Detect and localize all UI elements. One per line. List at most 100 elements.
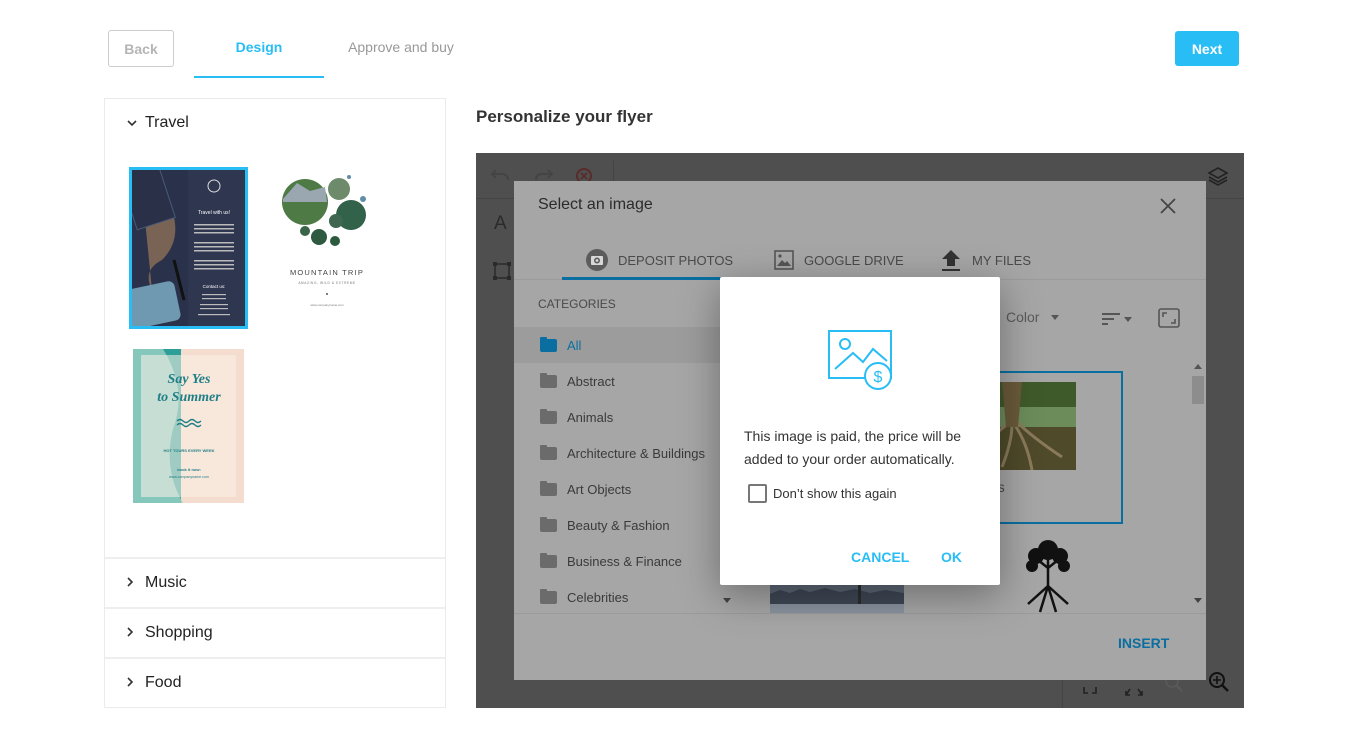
image-result-tree-of-life[interactable] — [1010, 538, 1086, 613]
template-cta: book it now: — [177, 467, 201, 472]
tab-label: DEPOSIT PHOTOS — [618, 252, 734, 268]
folder-icon — [540, 408, 557, 424]
color-filter-label: Color — [1006, 309, 1040, 325]
dont-show-again-checkbox[interactable]: Don’t show this again — [748, 484, 897, 503]
caret-down-icon — [1124, 316, 1132, 322]
paid-image-icon: $ — [827, 329, 893, 396]
tab-google-drive[interactable]: GOOGLE DRIVE — [774, 241, 904, 279]
section-shopping-header[interactable]: Shopping — [105, 609, 445, 657]
category-all[interactable]: All — [514, 327, 720, 363]
tab-design[interactable]: Design — [194, 30, 324, 78]
sort-dropdown[interactable] — [1102, 312, 1132, 326]
active-tab-indicator — [562, 277, 722, 280]
checkbox-box[interactable] — [748, 484, 767, 503]
section-travel-header[interactable]: Travel — [105, 99, 445, 147]
scroll-up-icon — [1194, 364, 1202, 369]
template-preview-mountain: MOUNTAIN TRIP AMAZING, WILD & EXTREME ww… — [282, 175, 366, 307]
section-music-header[interactable]: Music — [105, 559, 445, 607]
expand-icon[interactable] — [1124, 681, 1144, 702]
category-label: Animals — [567, 409, 614, 425]
back-button[interactable]: Back — [108, 30, 174, 67]
template-say-yes-to-summer[interactable]: Say Yes to Summer HOT TOURS EVERY WEEK b… — [133, 349, 244, 503]
fullscreen-icon[interactable] — [1158, 308, 1180, 333]
confirm-message: This image is paid, the price will be ad… — [744, 428, 962, 467]
category-beauty-fashion[interactable]: Beauty & Fashion — [514, 507, 720, 543]
template-preview-summer: Say Yes to Summer HOT TOURS EVERY WEEK b… — [133, 349, 244, 503]
category-abstract[interactable]: Abstract — [514, 363, 720, 399]
section-food-header[interactable]: Food — [105, 659, 445, 707]
image-scrollbar[interactable] — [1190, 356, 1206, 613]
folder-icon — [540, 444, 557, 460]
tab-approve-and-buy[interactable]: Approve and buy — [330, 30, 472, 78]
section-label: Travel — [145, 114, 189, 131]
color-filter-dropdown[interactable]: Color — [1006, 309, 1060, 325]
insert-button[interactable]: INSERT — [1118, 635, 1169, 651]
folder-icon — [540, 372, 557, 388]
ok-button[interactable]: OK — [941, 549, 962, 565]
close-icon[interactable] — [1159, 195, 1177, 221]
template-subheading: AMAZING, WILD & EXTREME — [298, 281, 355, 285]
tab-label: MY FILES — [972, 252, 1032, 268]
chevron-right-icon — [127, 576, 141, 590]
sort-icon — [1102, 313, 1120, 325]
shape-tool-icon[interactable] — [492, 261, 512, 286]
scrollbar-thumb[interactable] — [1192, 376, 1204, 404]
chevron-right-icon — [127, 626, 141, 640]
template-heading: Travel with us! — [198, 210, 230, 216]
template-heading: MOUNTAIN TRIP — [290, 268, 364, 277]
template-preview-travel: Travel with us! Contact us: — [132, 170, 234, 326]
category-art-objects[interactable]: Art Objects — [514, 471, 720, 507]
section-label: Music — [145, 574, 187, 591]
scroll-down-icon — [1194, 598, 1202, 603]
paid-image-confirm-dialog: $ This image is paid, the price will be … — [720, 277, 1000, 585]
folder-icon — [540, 336, 557, 352]
dialog-title: Select an image — [538, 196, 653, 213]
tab-my-files[interactable]: MY FILES — [940, 241, 1031, 279]
folder-icon — [540, 588, 557, 604]
template-heading-line1: Say Yes — [168, 372, 211, 387]
category-label: Abstract — [567, 373, 615, 389]
section-label: Shopping — [145, 624, 213, 641]
category-scroll-down[interactable] — [720, 587, 734, 613]
category-celebrities[interactable]: Celebrities — [514, 579, 720, 615]
next-button[interactable]: Next — [1175, 31, 1239, 66]
checkbox-label: Don’t show this again — [773, 486, 897, 501]
divider — [514, 613, 1206, 614]
template-tagline: HOT TOURS EVERY WEEK — [163, 448, 214, 453]
svg-text:$: $ — [874, 369, 883, 386]
template-url: www.companyname.com — [169, 475, 209, 479]
folder-icon — [540, 516, 557, 532]
page-title: Personalize your flyer — [476, 107, 653, 126]
category-label: Art Objects — [567, 481, 632, 497]
template-heading-line2: to Summer — [157, 390, 221, 405]
category-architecture[interactable]: Architecture & Buildings — [514, 435, 720, 471]
caret-down-icon — [1051, 314, 1060, 320]
undo-icon[interactable] — [490, 167, 510, 188]
section-label: Food — [145, 674, 182, 691]
layers-icon[interactable] — [1207, 166, 1229, 191]
chevron-right-icon — [127, 676, 141, 690]
camera-icon — [586, 249, 608, 271]
category-label: Celebrities — [567, 589, 629, 605]
category-label: All — [567, 337, 582, 353]
template-contact: Contact us: — [203, 284, 226, 289]
template-url: www.companyname.com — [310, 303, 344, 307]
tab-label: GOOGLE DRIVE — [804, 252, 904, 268]
folder-icon — [540, 552, 557, 568]
fit-screen-icon[interactable] — [1082, 681, 1098, 702]
categories-label: CATEGORIES — [538, 297, 616, 311]
tab-deposit-photos[interactable]: DEPOSIT PHOTOS — [586, 241, 733, 279]
category-label: Architecture & Buildings — [567, 445, 706, 461]
chevron-down-icon — [127, 116, 141, 130]
category-animals[interactable]: Animals — [514, 399, 720, 435]
zoom-in-icon[interactable] — [1208, 671, 1230, 698]
upload-icon — [940, 248, 962, 272]
image-result-winter-forest[interactable] — [770, 584, 904, 613]
template-mountain-trip[interactable]: MOUNTAIN TRIP AMAZING, WILD & EXTREME ww… — [265, 169, 385, 329]
category-label: Business & Finance — [567, 553, 682, 569]
template-travel-with-us[interactable]: Travel with us! Contact us: — [129, 167, 248, 329]
cancel-button[interactable]: CANCEL — [851, 549, 909, 565]
category-label: Beauty & Fashion — [567, 517, 670, 533]
text-tool[interactable]: A — [494, 213, 507, 235]
category-business-finance[interactable]: Business & Finance — [514, 543, 720, 579]
